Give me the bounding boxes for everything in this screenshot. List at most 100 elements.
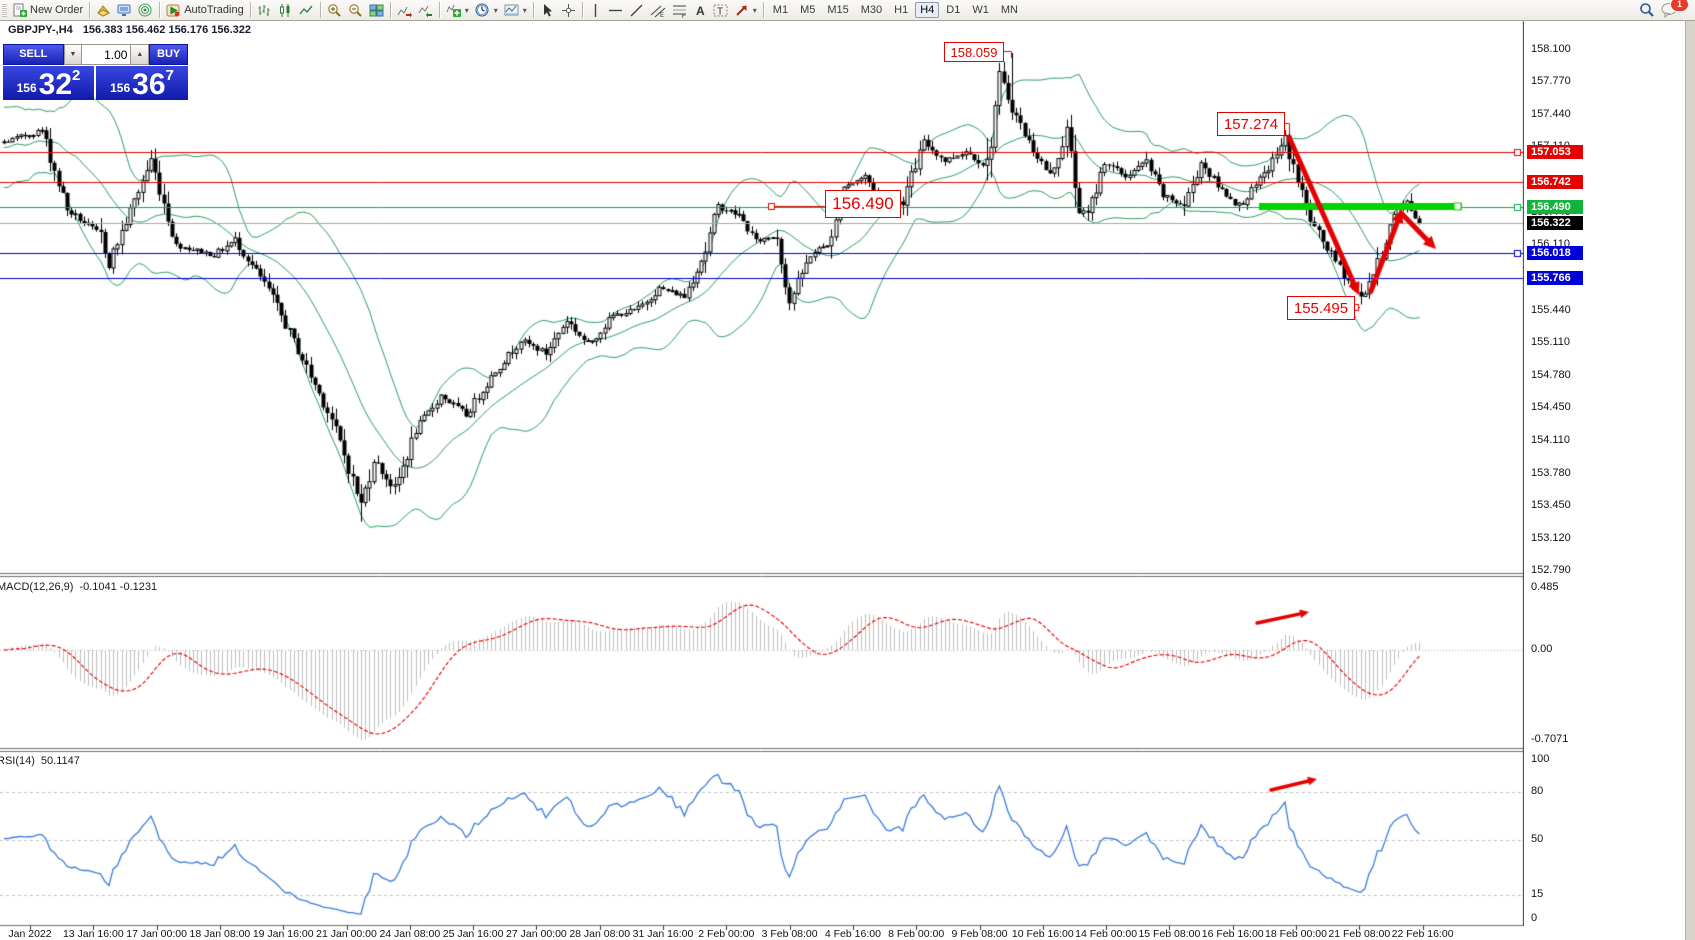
price-annotation-155.495[interactable]: 155.495 xyxy=(1287,296,1355,320)
autotrading-label: AutoTrading xyxy=(184,4,244,16)
zoom-in-button[interactable] xyxy=(324,1,345,19)
bar-chart-icon xyxy=(257,3,272,18)
buy-quote-sup: 7 xyxy=(166,67,174,84)
zoom-out-icon xyxy=(348,3,363,18)
sell-button[interactable]: SELL xyxy=(3,44,64,65)
auto-scroll-button[interactable] xyxy=(415,1,436,19)
timeframe-m30[interactable]: M30 xyxy=(856,2,887,18)
templates-icon xyxy=(504,3,519,18)
indicators-button[interactable]: ▾ xyxy=(443,1,472,19)
macd-scale-0.00: 0.00 xyxy=(1531,643,1552,655)
signals-button[interactable] xyxy=(135,1,156,19)
time-label: 9 Feb 08:00 xyxy=(951,928,1007,940)
ohlc-values: 156.383 156.462 156.176 156.322 xyxy=(83,24,251,36)
text-tool-button[interactable]: A xyxy=(691,1,710,19)
periods-icon xyxy=(475,3,490,18)
macd-name: MACD(12,26,9) xyxy=(0,581,73,593)
timeframe-mn[interactable]: MN xyxy=(996,2,1023,18)
new-order-button[interactable]: New Order xyxy=(9,1,86,19)
timeframe-w1[interactable]: W1 xyxy=(967,2,994,18)
volume-decrease-button[interactable]: ▼ xyxy=(64,44,83,65)
buy-quote[interactable]: 156367 xyxy=(96,66,188,100)
price-tick: 157.440 xyxy=(1531,108,1571,120)
notifications-button[interactable]: 1 xyxy=(1658,1,1681,19)
time-label: 21 Feb 08:00 xyxy=(1328,928,1390,940)
toolbar-grip xyxy=(2,3,7,17)
bar-chart-button[interactable] xyxy=(254,1,275,19)
search-button[interactable] xyxy=(1636,1,1658,19)
time-label: 19 Jan 16:00 xyxy=(253,928,314,940)
price-scale[interactable]: 158.100157.770157.440157.110156.440156.1… xyxy=(1524,20,1687,927)
trendline-tool-button[interactable] xyxy=(626,1,647,19)
price-annotation-156.490[interactable]: 156.490 xyxy=(825,190,901,218)
crosshair-tool-button[interactable] xyxy=(558,1,579,19)
volume-increase-button[interactable]: ▲ xyxy=(130,44,149,65)
vertical-scrollbar[interactable] xyxy=(1685,20,1695,940)
price-label-156.018: 156.018 xyxy=(1527,246,1583,260)
auto-scroll-icon xyxy=(418,3,433,18)
vline-tool-button[interactable] xyxy=(586,1,605,19)
price-label-156.742: 156.742 xyxy=(1527,175,1583,189)
time-label: 31 Jan 16:00 xyxy=(633,928,694,940)
time-label: 21 Jan 00:00 xyxy=(316,928,377,940)
timeframe-h4[interactable]: H4 xyxy=(915,2,939,18)
label-tool-button[interactable]: T xyxy=(710,1,731,19)
cursor-tool-button[interactable] xyxy=(537,1,558,19)
timeframe-d1[interactable]: D1 xyxy=(941,2,965,18)
time-axis[interactable]: Jan 202213 Jan 16:0017 Jan 00:0018 Jan 0… xyxy=(0,928,1695,940)
price-annotation-158.059[interactable]: 158.059 xyxy=(944,42,1004,62)
toolbar: New Order AutoTrading ▾ ▾ ▾ E F xyxy=(0,0,1695,21)
autotrading-button[interactable]: AutoTrading xyxy=(163,1,247,19)
rsi-scale-80: 80 xyxy=(1531,785,1543,797)
symbol-period-label: GBPJPY-,H4 xyxy=(8,24,73,36)
metaeditor-icon xyxy=(96,3,111,18)
price-label-156.490: 156.490 xyxy=(1527,200,1583,214)
signals-icon xyxy=(138,3,153,18)
rsi-scale-0: 0 xyxy=(1531,912,1537,924)
buy-button[interactable]: BUY xyxy=(149,44,188,65)
rsi-scale-50: 50 xyxy=(1531,833,1543,845)
cursor-icon xyxy=(540,3,555,18)
time-label: 10 Feb 16:00 xyxy=(1012,928,1074,940)
chart-shift-button[interactable] xyxy=(394,1,415,19)
indicators-caret: ▾ xyxy=(465,6,469,15)
crosshair-icon xyxy=(561,3,576,18)
price-annotation-157.274[interactable]: 157.274 xyxy=(1217,112,1285,136)
channel-tool-button[interactable]: E xyxy=(647,1,669,19)
periods-button[interactable]: ▾ xyxy=(472,1,501,19)
timeframe-m1[interactable]: M1 xyxy=(768,2,793,18)
price-tick: 154.450 xyxy=(1531,401,1571,413)
line-chart-button[interactable] xyxy=(296,1,317,19)
price-label-155.766: 155.766 xyxy=(1527,271,1583,285)
metaeditor-button[interactable] xyxy=(93,1,114,19)
hline-tool-button[interactable] xyxy=(605,1,626,19)
rsi-scale-15: 15 xyxy=(1531,888,1543,900)
tile-windows-button[interactable] xyxy=(366,1,387,19)
price-label-156.322: 156.322 xyxy=(1527,216,1583,230)
timeframe-h1[interactable]: H1 xyxy=(889,2,913,18)
zoom-out-button[interactable] xyxy=(345,1,366,19)
sell-quote[interactable]: 156322 xyxy=(3,66,94,100)
terminal-button[interactable] xyxy=(114,1,135,19)
timeframe-m15[interactable]: M15 xyxy=(822,2,853,18)
price-tick: 155.440 xyxy=(1531,304,1571,316)
time-label: 2 Feb 00:00 xyxy=(698,928,754,940)
time-label: 18 Jan 08:00 xyxy=(190,928,251,940)
terminal-icon xyxy=(117,3,132,18)
fibonacci-tool-button[interactable]: F xyxy=(669,1,691,19)
time-label: 18 Feb 00:00 xyxy=(1265,928,1327,940)
arrows-tool-button[interactable]: ▾ xyxy=(731,1,760,19)
timeframe-m5[interactable]: M5 xyxy=(795,2,820,18)
autotrading-icon xyxy=(166,3,181,18)
volume-input[interactable] xyxy=(82,44,130,65)
equidistant-channel-icon: E xyxy=(650,3,666,18)
macd-values: -0.1041 -0.1231 xyxy=(79,581,157,593)
candlestick-chart-button[interactable] xyxy=(275,1,296,19)
templates-button[interactable]: ▾ xyxy=(501,1,530,19)
arrows-icon xyxy=(734,3,749,18)
chart-canvas[interactable] xyxy=(0,0,1695,940)
new-order-icon xyxy=(12,3,27,18)
tile-windows-icon xyxy=(369,3,384,18)
sell-quote-sup: 2 xyxy=(72,67,80,84)
time-label: 15 Feb 08:00 xyxy=(1138,928,1200,940)
